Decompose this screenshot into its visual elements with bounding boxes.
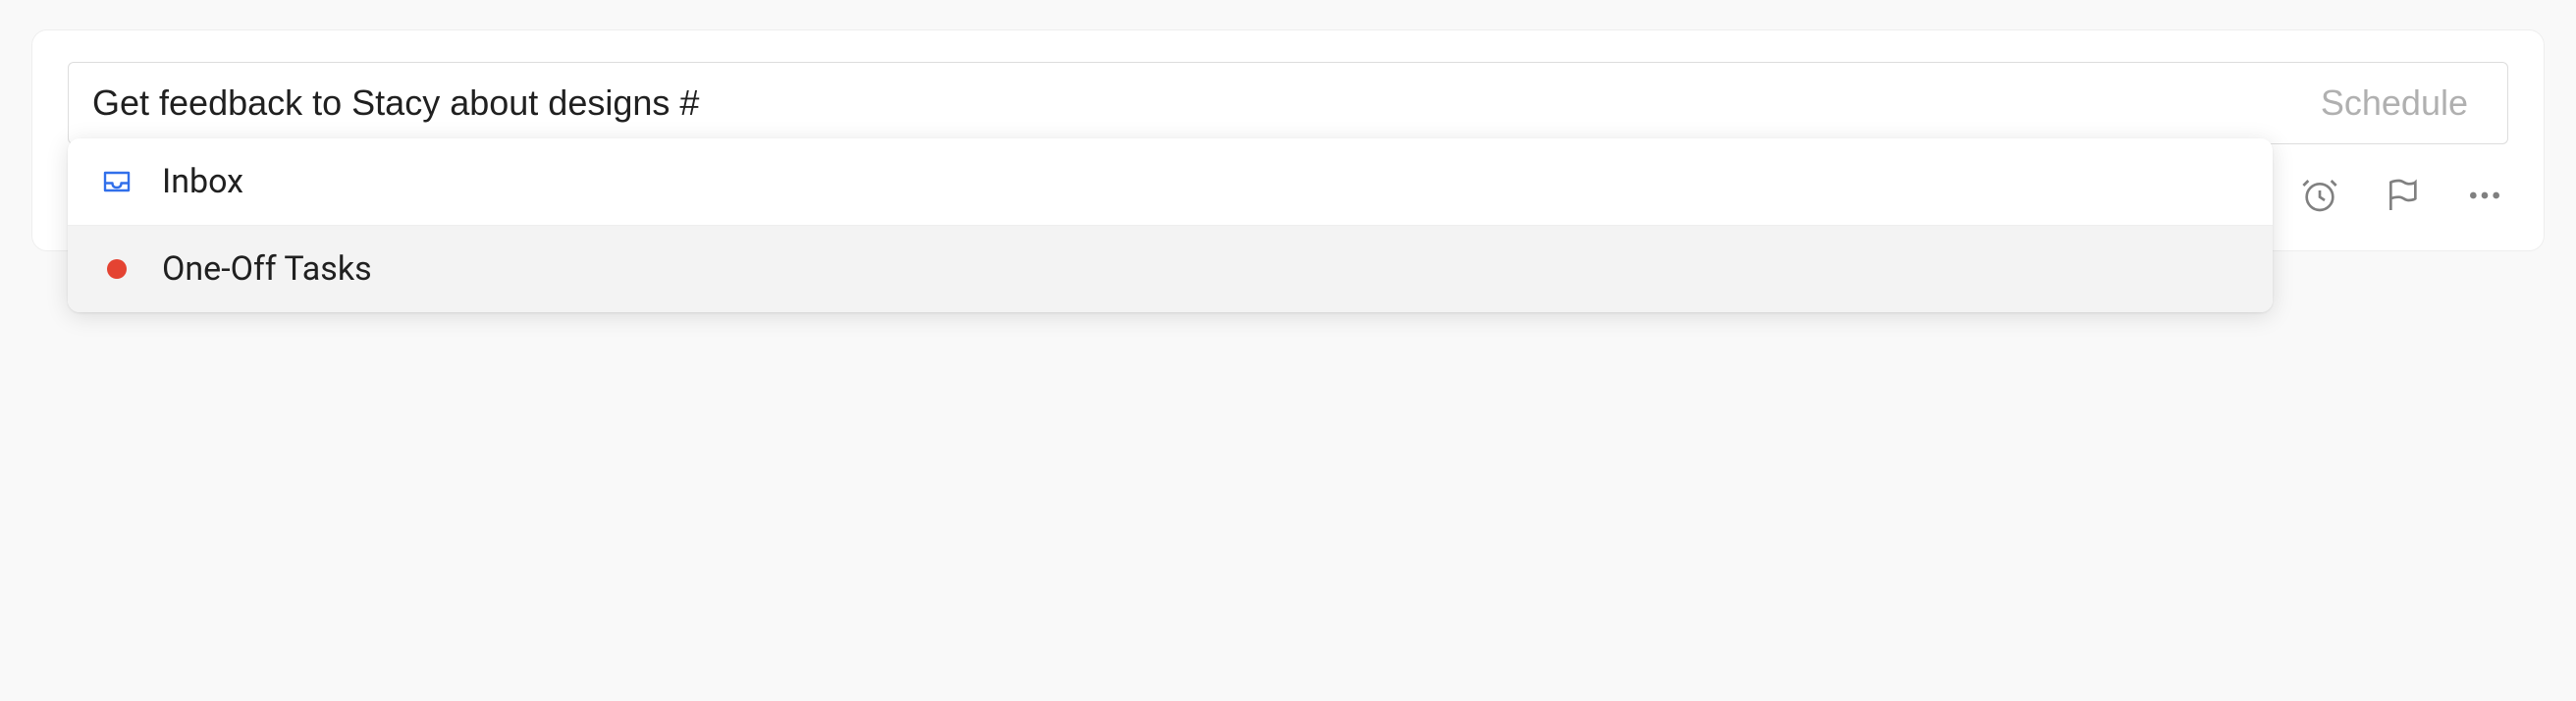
task-composer: Schedule Inbox One-Off Tasks: [31, 29, 2545, 251]
inbox-icon: [99, 164, 134, 199]
task-name-input[interactable]: [92, 82, 2258, 124]
reminder-button[interactable]: [2296, 172, 2343, 219]
dropdown-item-label: One-Off Tasks: [162, 249, 372, 289]
more-options-button[interactable]: [2461, 172, 2508, 219]
flag-icon: [2383, 176, 2422, 215]
dropdown-item-one-off-tasks[interactable]: One-Off Tasks: [68, 226, 2273, 312]
flag-button[interactable]: [2379, 172, 2426, 219]
task-input-wrapper[interactable]: [68, 62, 2282, 144]
project-dropdown: Inbox One-Off Tasks: [68, 138, 2273, 312]
alarm-clock-icon: [2300, 176, 2339, 215]
project-color-dot: [107, 259, 127, 279]
more-horizontal-icon: [2465, 176, 2504, 215]
dropdown-item-label: Inbox: [162, 162, 243, 201]
dropdown-item-inbox[interactable]: Inbox: [68, 138, 2273, 226]
schedule-button[interactable]: Schedule: [2281, 62, 2508, 144]
input-row: Schedule Inbox One-Off Tasks: [68, 62, 2508, 144]
